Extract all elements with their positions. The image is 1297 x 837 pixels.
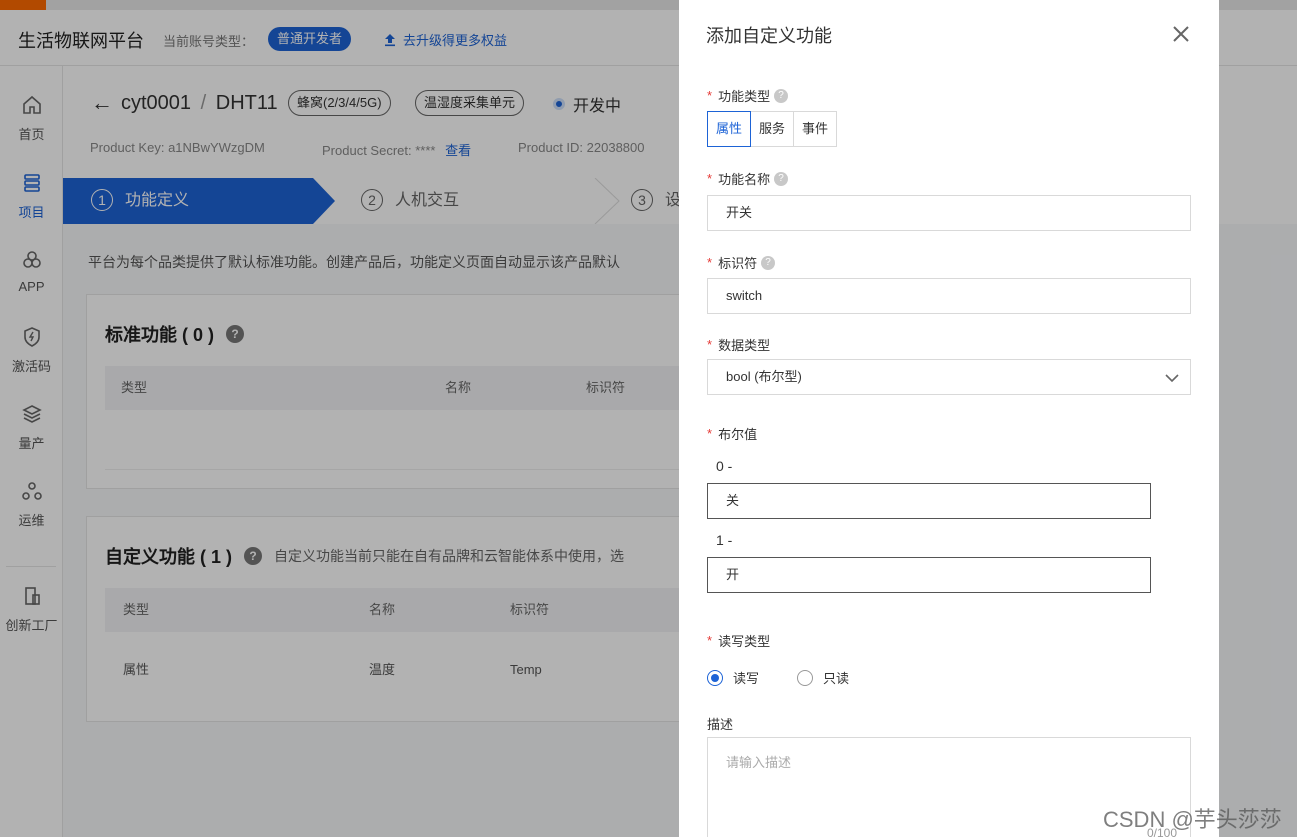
label-text: 数据类型 — [718, 335, 770, 354]
identifier-label: * 标识符 ? — [707, 253, 775, 272]
label-text: 功能类型 — [718, 86, 770, 105]
identifier-input[interactable]: switch — [707, 278, 1191, 314]
data-type-label: * 数据类型 — [707, 335, 770, 354]
data-type-value: bool (布尔型) — [726, 369, 802, 384]
rw-type-label: * 读写类型 — [707, 631, 770, 650]
label-text: 布尔值 — [718, 424, 757, 443]
help-icon[interactable]: ? — [761, 256, 775, 270]
label-text: 描述 — [707, 714, 733, 733]
help-icon[interactable]: ? — [774, 172, 788, 186]
required-mark: * — [707, 255, 712, 270]
func-type-event[interactable]: 事件 — [793, 111, 837, 147]
required-mark: * — [707, 633, 712, 648]
radio-label: 只读 — [823, 668, 849, 687]
required-mark: * — [707, 171, 712, 186]
bool-0-input[interactable]: 关 — [707, 483, 1151, 519]
add-custom-function-drawer: 添加自定义功能 * 功能类型 ? 属性 服务 事件 * 功能名称 ? 开关 * … — [679, 0, 1219, 837]
radio-read-only[interactable]: 只读 — [797, 668, 849, 687]
label-text: 功能名称 — [718, 169, 770, 188]
help-icon[interactable]: ? — [774, 89, 788, 103]
bool-1-input[interactable]: 开 — [707, 557, 1151, 593]
bool-value-label: * 布尔值 — [707, 424, 757, 443]
func-type-segmented: 属性 服务 事件 — [707, 111, 837, 147]
watermark: CSDN @芋头莎莎 — [1103, 802, 1282, 834]
chevron-down-icon — [1164, 370, 1180, 386]
func-type-label: * 功能类型 ? — [707, 86, 788, 105]
radio-label: 读写 — [733, 668, 759, 687]
required-mark: * — [707, 426, 712, 441]
drawer-title: 添加自定义功能 — [706, 22, 832, 48]
label-text: 读写类型 — [718, 631, 770, 650]
func-type-property[interactable]: 属性 — [707, 111, 751, 147]
radio-unchecked-icon — [797, 670, 813, 686]
func-type-service[interactable]: 服务 — [750, 111, 794, 147]
description-label: 描述 — [707, 714, 733, 733]
data-type-select[interactable]: bool (布尔型) — [707, 359, 1191, 395]
close-icon[interactable] — [1169, 22, 1193, 46]
radio-checked-icon — [707, 670, 723, 686]
func-name-input[interactable]: 开关 — [707, 195, 1191, 231]
bool-1-label: 1 - — [716, 532, 732, 548]
label-text: 标识符 — [718, 253, 757, 272]
radio-read-write[interactable]: 读写 — [707, 668, 759, 687]
func-name-label: * 功能名称 ? — [707, 169, 788, 188]
required-mark: * — [707, 337, 712, 352]
modal-overlay-right[interactable] — [1219, 0, 1297, 837]
bool-0-label: 0 - — [716, 458, 732, 474]
required-mark: * — [707, 88, 712, 103]
modal-overlay[interactable] — [0, 0, 679, 837]
